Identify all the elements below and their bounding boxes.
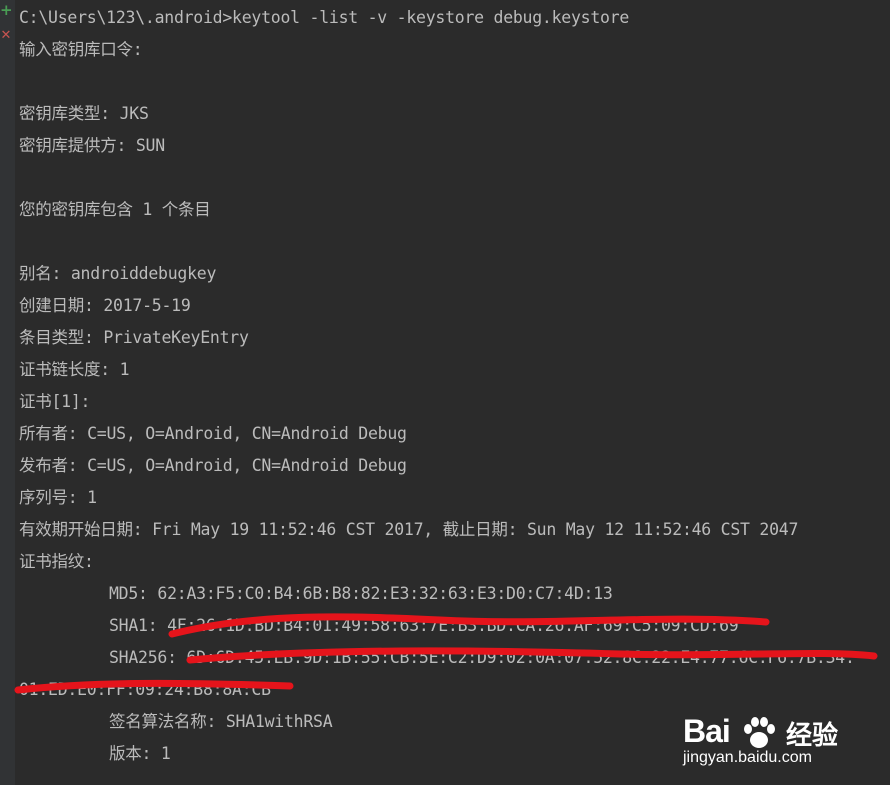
creation-date: 创建日期: 2017-5-19 <box>19 296 191 315</box>
chain-length: 证书链长度: 1 <box>19 360 130 379</box>
certificate-version: 版本: 1 <box>109 744 171 763</box>
sha256-fingerprint: SHA256: 6D:6D:45:EB:9D:1B:55:CB:5E:C2:D9… <box>109 648 855 667</box>
certificate-issuer: 发布者: C=US, O=Android, CN=Android Debug <box>19 456 407 475</box>
entry-type: 条目类型: PrivateKeyEntry <box>19 328 249 347</box>
command-line: C:\Users\123\.android>keytool -list -v -… <box>19 8 630 27</box>
plus-icon[interactable]: + <box>0 2 13 18</box>
console-output[interactable]: C:\Users\123\.android>keytool -list -v -… <box>19 0 890 785</box>
entry-count: 您的密钥库包含 1 个条目 <box>19 200 211 219</box>
certificate-owner: 所有者: C=US, O=Android, CN=Android Debug <box>19 424 407 443</box>
alias-name: 别名: androiddebugkey <box>19 264 217 283</box>
keystore-provider: 密钥库提供方: SUN <box>19 136 165 155</box>
md5-fingerprint: MD5: 62:A3:F5:C0:B4:6B:B8:82:E3:32:63:E3… <box>109 584 613 603</box>
serial-number: 序列号: 1 <box>19 488 97 507</box>
signature-algorithm: 签名算法名称: SHA1withRSA <box>109 712 333 731</box>
console-window: + ✕ C:\Users\123\.android>keytool -list … <box>0 0 890 785</box>
sha1-fingerprint: SHA1: 4F:26:1D:BD:B4:01:49:58:63:7E:B3:B… <box>109 616 739 635</box>
validity-period: 有效期开始日期: Fri May 19 11:52:46 CST 2017, 截… <box>19 520 799 539</box>
certificate-header: 证书[1]: <box>19 392 91 411</box>
close-icon[interactable]: ✕ <box>0 28 12 44</box>
console-toolbar: + ✕ <box>0 0 15 785</box>
sha256-fingerprint-continued: 01:ED:E0:FF:09:24:B8:8A:CB <box>19 680 271 699</box>
password-prompt: 输入密钥库口令: <box>19 40 143 59</box>
fingerprints-header: 证书指纹: <box>19 552 94 571</box>
keystore-type: 密钥库类型: JKS <box>19 104 149 123</box>
